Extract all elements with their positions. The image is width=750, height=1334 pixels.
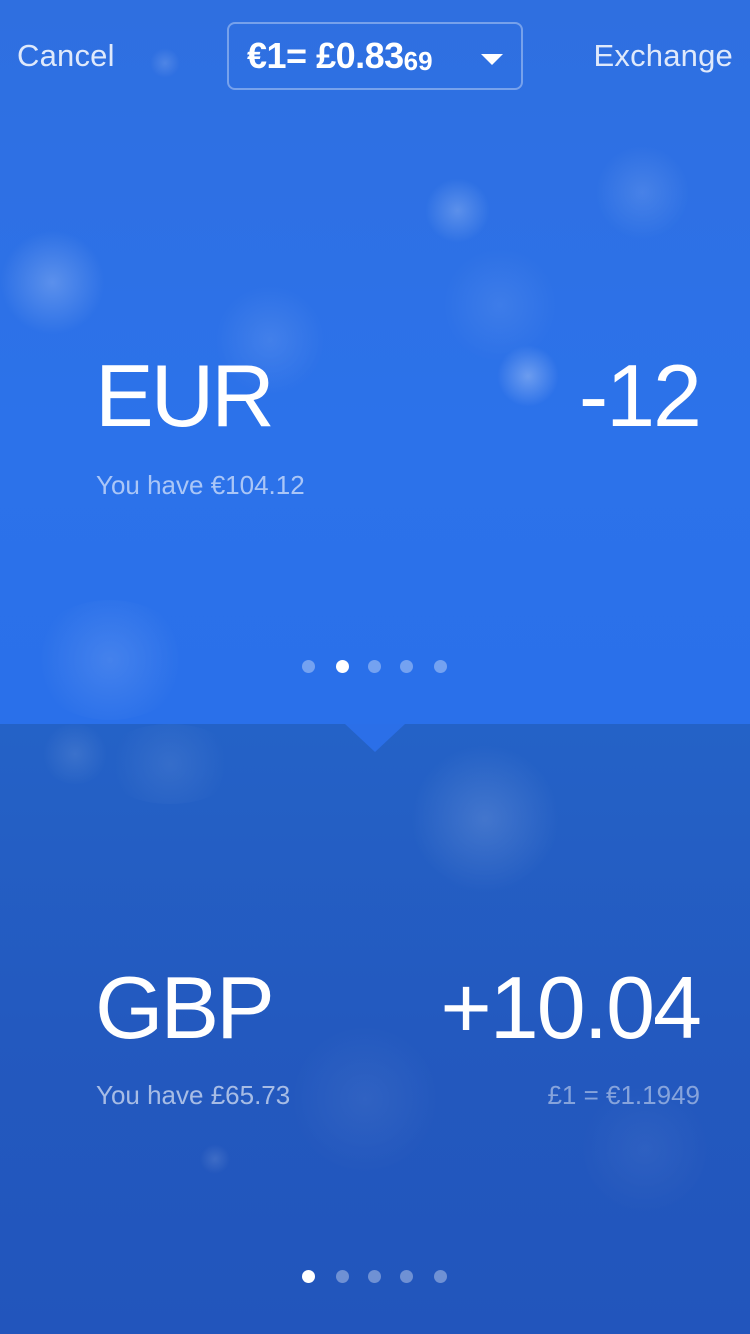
page-dot[interactable]	[336, 1270, 349, 1283]
from-currency-panel[interactable]: Cancel Exchange €1= £0.83 69 EUR -12 You…	[0, 0, 750, 724]
rate-main-text: €1= £0.83	[247, 35, 404, 76]
to-balance: You have £65.73	[96, 1080, 291, 1110]
bokeh-light	[40, 724, 110, 784]
page-dot[interactable]	[368, 1270, 381, 1283]
page-dot[interactable]	[434, 1270, 447, 1283]
bokeh-light	[440, 250, 560, 360]
from-balance: You have €104.12	[96, 470, 305, 500]
page-dot[interactable]	[400, 1270, 413, 1283]
caret-down-icon	[481, 54, 503, 65]
to-currency-code[interactable]: GBP	[95, 964, 275, 1052]
bokeh-light	[425, 178, 490, 243]
to-currency-panel[interactable]: GBP +10.04 You have £65.73 £1 = €1.1949	[0, 724, 750, 1334]
bokeh-light	[0, 230, 105, 335]
from-amount-input[interactable]: -12	[579, 352, 702, 440]
to-page-indicator[interactable]	[0, 1270, 750, 1286]
bokeh-light	[410, 744, 560, 894]
from-currency-code[interactable]: EUR	[95, 352, 275, 440]
cancel-button[interactable]: Cancel	[17, 38, 115, 74]
exchange-rate-selector[interactable]: €1= £0.83 69	[227, 22, 523, 90]
bokeh-light	[100, 724, 240, 804]
section-pointer-arrow	[345, 724, 405, 752]
exchange-button[interactable]: Exchange	[594, 38, 733, 74]
page-dot[interactable]	[302, 660, 315, 673]
page-dot[interactable]	[368, 660, 381, 673]
bokeh-light	[290, 1024, 440, 1174]
bokeh-light	[595, 145, 690, 240]
page-dot-active[interactable]	[302, 1270, 315, 1283]
bokeh-light	[497, 345, 559, 407]
page-dot[interactable]	[400, 660, 413, 673]
page-dot-active[interactable]	[336, 660, 349, 673]
rate-small-digits: 69	[403, 45, 433, 76]
bokeh-light	[200, 1144, 230, 1174]
to-amount-input[interactable]: +10.04	[440, 964, 702, 1052]
page-dot[interactable]	[434, 660, 447, 673]
bokeh-light	[150, 48, 180, 78]
to-conversion-rate: £1 = €1.1949	[547, 1080, 700, 1110]
from-page-indicator[interactable]	[0, 660, 750, 676]
